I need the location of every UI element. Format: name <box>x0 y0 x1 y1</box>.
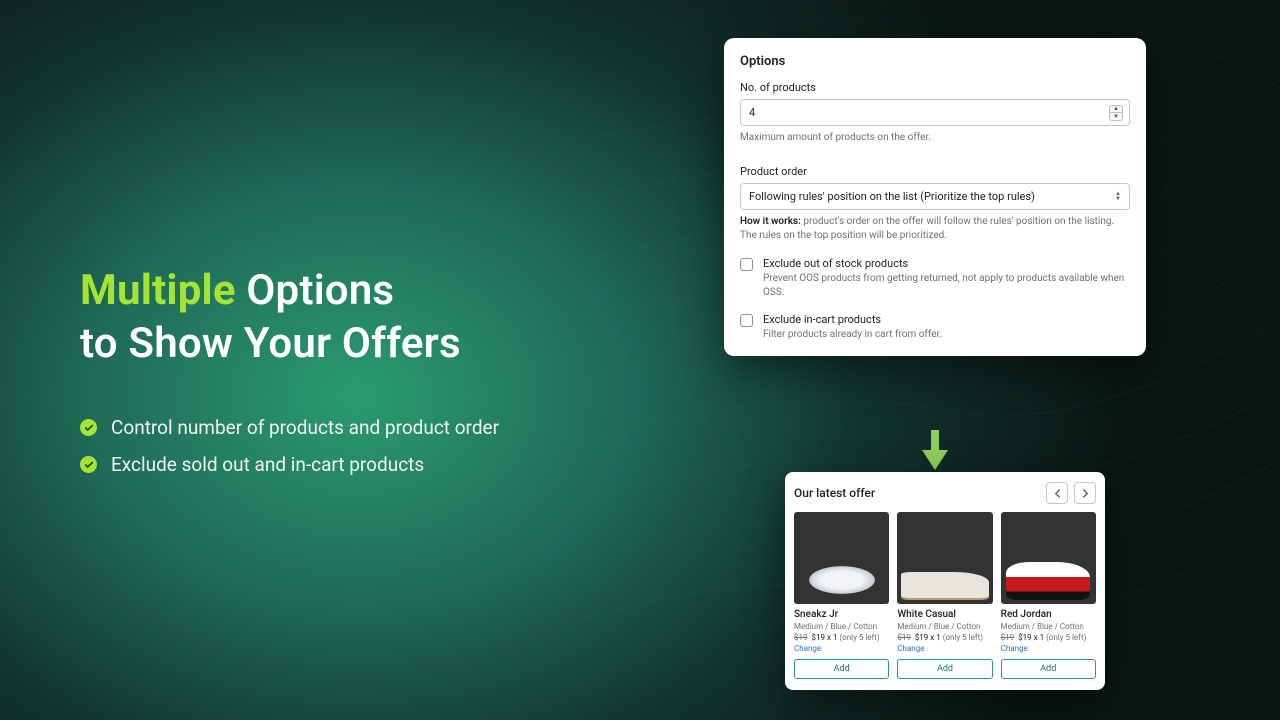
options-title: Options <box>740 54 1130 69</box>
product-name: Red Jordan <box>1001 609 1096 620</box>
exclude-oos-checkbox[interactable] <box>740 258 753 271</box>
bullet-text: Exclude sold out and in-cart products <box>111 453 424 476</box>
product-image <box>1001 512 1096 604</box>
offer-title: Our latest offer <box>794 486 875 500</box>
feature-bullets: Control number of products and product o… <box>80 416 640 476</box>
exclude-cart-helper: Filter products already in cart from off… <box>763 328 942 342</box>
product-order-value: Following rules' position on the list (P… <box>749 190 1115 203</box>
product-card: Red Jordan Medium / Blue / Cotton $19 $1… <box>1001 512 1096 679</box>
quantity-stepper[interactable]: ▲ ▼ <box>1109 105 1123 121</box>
product-card: Sneakz Jr Medium / Blue / Cotton $19 $19… <box>794 512 889 679</box>
arrow-down-icon <box>920 430 950 470</box>
product-order-select[interactable]: Following rules' position on the list (P… <box>740 183 1130 210</box>
product-variant: Medium / Blue / Cotton <box>897 622 992 631</box>
check-icon <box>80 419 97 436</box>
how-it-works-label: How it works: <box>740 216 801 227</box>
check-icon <box>80 456 97 473</box>
product-price: $19 $19 x 1 (only 5 left) <box>794 633 889 642</box>
select-caret-icon: ▲▼ <box>1115 192 1121 201</box>
carousel-prev-button[interactable] <box>1046 482 1068 504</box>
change-variant-link[interactable]: Change <box>1001 644 1096 653</box>
product-image <box>794 512 889 604</box>
bullet-text: Control number of products and product o… <box>111 416 499 439</box>
product-variant: Medium / Blue / Cotton <box>1001 622 1096 631</box>
product-order-label: Product order <box>740 165 1130 178</box>
stepper-up-icon[interactable]: ▲ <box>1109 105 1123 113</box>
headline-rest: Options <box>236 266 394 315</box>
product-image <box>897 512 992 604</box>
product-order-helper: How it works: product's order on the off… <box>740 215 1130 243</box>
bullet-item: Exclude sold out and in-cart products <box>80 453 640 476</box>
exclude-cart-row: Exclude in-cart products Filter products… <box>740 313 1130 342</box>
product-variant: Medium / Blue / Cotton <box>794 622 889 631</box>
product-name: Sneakz Jr <box>794 609 889 620</box>
exclude-cart-checkbox[interactable] <box>740 314 753 327</box>
options-panel: Options No. of products 4 ▲ ▼ Maximum am… <box>724 38 1146 356</box>
product-name: White Casual <box>897 609 992 620</box>
product-list: Sneakz Jr Medium / Blue / Cotton $19 $19… <box>794 512 1096 679</box>
product-price: $19 $19 x 1 (only 5 left) <box>897 633 992 642</box>
exclude-oos-row: Exclude out of stock products Prevent OO… <box>740 257 1130 299</box>
change-variant-link[interactable]: Change <box>794 644 889 653</box>
product-price: $19 $19 x 1 (only 5 left) <box>1001 633 1096 642</box>
headline-line2: to Show Your Offers <box>80 319 461 368</box>
add-button[interactable]: Add <box>1001 659 1096 679</box>
carousel-next-button[interactable] <box>1074 482 1096 504</box>
num-products-input[interactable]: 4 ▲ ▼ <box>740 99 1130 126</box>
add-button[interactable]: Add <box>794 659 889 679</box>
num-products-helper: Maximum amount of products on the offer. <box>740 131 1130 145</box>
exclude-oos-label: Exclude out of stock products <box>763 257 1130 270</box>
exclude-oos-helper: Prevent OOS products from getting return… <box>763 272 1130 299</box>
num-products-label: No. of products <box>740 81 1130 94</box>
stepper-down-icon[interactable]: ▼ <box>1109 113 1123 121</box>
headline-accent: Multiple <box>80 266 236 315</box>
bullet-item: Control number of products and product o… <box>80 416 640 439</box>
change-variant-link[interactable]: Change <box>897 644 992 653</box>
exclude-cart-label: Exclude in-cart products <box>763 313 942 326</box>
num-products-value: 4 <box>749 106 1109 119</box>
product-card: White Casual Medium / Blue / Cotton $19 … <box>897 512 992 679</box>
offer-preview-card: Our latest offer Sneakz Jr Medium / Blue… <box>785 472 1105 690</box>
add-button[interactable]: Add <box>897 659 992 679</box>
page-headline: Multiple Options to Show Your Offers <box>80 265 640 370</box>
